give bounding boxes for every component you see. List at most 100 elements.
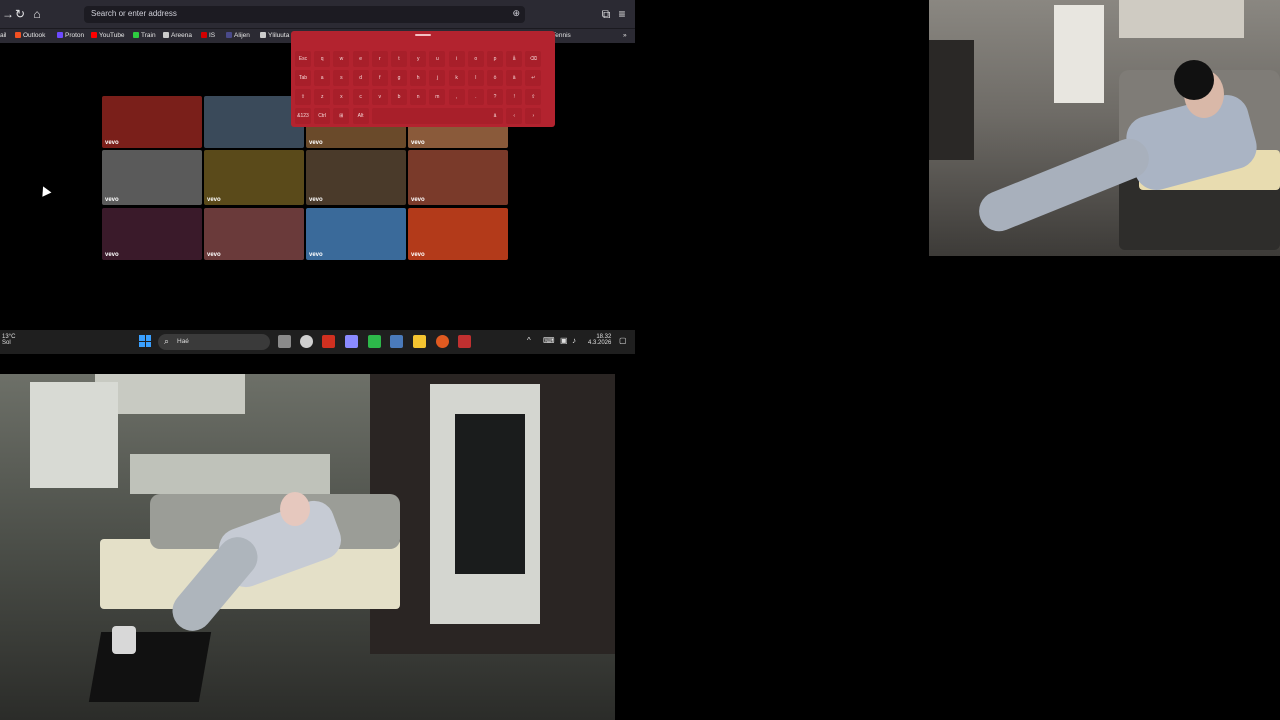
bookmark-item[interactable]: Yliluuta [260, 32, 289, 39]
bookmark-item[interactable]: Alijen [226, 32, 250, 39]
keyboard-key[interactable]: v [371, 89, 388, 105]
keyboard-key[interactable]: ⇧ [525, 89, 542, 105]
app-icon[interactable] [345, 335, 358, 348]
keyboard-key[interactable]: o [467, 51, 484, 67]
keyboard-key[interactable]: j [429, 70, 446, 86]
bookmarks-overflow-icon[interactable]: » [623, 32, 627, 39]
keyboard-key[interactable]: ä [506, 70, 523, 86]
firefox-icon[interactable] [436, 335, 449, 348]
chevron-up-icon[interactable]: ^ [527, 336, 531, 345]
address-bar[interactable]: Search or enter address ⊕ [84, 6, 525, 23]
keyboard-key[interactable]: r [371, 51, 388, 67]
keyboard-icon[interactable]: ⌨ [543, 336, 555, 345]
keyboard-key[interactable]: ‹ [506, 108, 523, 124]
vevo-badge: vevo [309, 140, 323, 146]
keyboard-key[interactable]: a [314, 70, 331, 86]
keyboard-key[interactable]: p [487, 51, 503, 67]
bookmark-item[interactable]: YouTube [91, 32, 125, 39]
keyboard-key[interactable]: e [352, 51, 369, 67]
extension-icon[interactable]: ⊕ [512, 8, 520, 19]
keyboard-key[interactable]: ↵ [525, 70, 542, 86]
keyboard-key[interactable]: . [467, 89, 484, 105]
bookmark-label: ail [0, 32, 7, 39]
app-icon[interactable] [368, 335, 381, 348]
video-thumbnail[interactable]: vevo [102, 150, 202, 205]
keyboard-key[interactable]: Esc [295, 51, 311, 67]
keyboard-key[interactable]: s [333, 70, 350, 86]
app-icon[interactable] [458, 335, 471, 348]
keyboard-key[interactable]: Ctrl [314, 108, 331, 124]
keyboard-key[interactable]: c [352, 89, 369, 105]
keyboard-key[interactable]: h [410, 70, 427, 86]
windows-start-icon[interactable] [139, 335, 151, 347]
taskbar-search[interactable]: ⌕ Haé [158, 334, 270, 350]
bookmark-item[interactable]: ail [0, 32, 7, 39]
calculator-icon[interactable] [390, 335, 403, 348]
keyboard-key[interactable]: Tab [295, 70, 311, 86]
keyboard-drag-handle[interactable] [415, 34, 431, 36]
bookmark-item[interactable]: Proton [57, 32, 84, 39]
home-icon[interactable]: ⌂ [29, 6, 45, 22]
keyboard-key[interactable]: ! [506, 89, 523, 105]
keyboard-key[interactable]: &123 [295, 108, 311, 124]
keyboard-key[interactable]: n [410, 89, 427, 105]
proton-icon [57, 32, 63, 38]
video-thumbnail[interactable]: vevo [102, 208, 202, 260]
keyboard-key[interactable]: x [333, 89, 350, 105]
keyboard-key[interactable]: f [371, 70, 388, 86]
keyboard-key[interactable]: m [429, 89, 446, 105]
youtube-icon [91, 32, 97, 38]
keyboard-key[interactable]: ö [487, 70, 503, 86]
keyboard-key[interactable]: y [410, 51, 427, 67]
reload-icon[interactable]: ↻ [12, 6, 28, 22]
menu-icon[interactable]: ≡ [614, 6, 630, 22]
video-thumbnail[interactable]: vevo [102, 96, 202, 148]
keyboard-key[interactable]: å [506, 51, 523, 67]
keyboard-key[interactable]: ⊞ [333, 108, 350, 124]
keyboard-key[interactable]: , [448, 89, 465, 105]
keyboard-key[interactable]: Alt [352, 108, 369, 124]
video-thumbnail[interactable]: vevo [306, 208, 406, 260]
bookmark-item[interactable]: Areena [163, 32, 192, 39]
keyboard-key[interactable]: w [333, 51, 350, 67]
app-icon[interactable] [322, 335, 335, 348]
video-thumbnail[interactable]: vevo [306, 150, 406, 205]
task-view-icon[interactable] [278, 335, 291, 348]
video-thumbnail[interactable] [204, 96, 304, 148]
keyboard-key[interactable]: ä [487, 108, 503, 124]
bookmark-item[interactable]: Train [133, 32, 156, 39]
keyboard-key[interactable]: u [429, 51, 446, 67]
video-thumbnail[interactable]: vevo [408, 208, 508, 260]
alijen-icon [226, 32, 232, 38]
file-explorer-icon[interactable] [413, 335, 426, 348]
bookmark-item[interactable]: IS [201, 32, 215, 39]
keyboard-key[interactable]: › [525, 108, 542, 124]
keyboard-key[interactable]: g [391, 70, 407, 86]
browser-window: → ↻ ⌂ Search or enter address ⊕ ⧉ ≡ ail … [0, 0, 635, 330]
keyboard-key[interactable]: b [391, 89, 407, 105]
keyboard-key[interactable]: l [467, 70, 484, 86]
keyboard-key[interactable]: k [448, 70, 465, 86]
keyboard-key[interactable] [371, 108, 502, 124]
bookmark-item[interactable]: Outlook [15, 32, 45, 39]
clock[interactable]: 18.32 4.3.2026 [588, 334, 611, 346]
widget-icon[interactable] [300, 335, 313, 348]
video-thumbnail[interactable]: vevo [204, 150, 304, 205]
vevo-badge: vevo [411, 197, 425, 203]
keyboard-key[interactable]: z [314, 89, 331, 105]
keyboard-key[interactable]: t [391, 51, 407, 67]
notification-icon[interactable]: ▢ [619, 336, 627, 345]
weather-widget[interactable]: 13°C Sol [2, 334, 15, 346]
keyboard-key[interactable]: i [448, 51, 465, 67]
keyboard-key[interactable]: ⇧ [295, 89, 311, 105]
keyboard-key[interactable]: q [314, 51, 331, 67]
search-icon: ⌕ [164, 336, 170, 346]
video-thumbnail[interactable]: vevo [204, 208, 304, 260]
video-thumbnail[interactable]: vevo [408, 150, 508, 205]
network-icon[interactable]: ▣ [560, 336, 568, 345]
keyboard-key[interactable]: d [352, 70, 369, 86]
volume-icon[interactable]: ♪ [572, 336, 576, 345]
keyboard-key[interactable]: ⌫ [525, 51, 542, 67]
tabs-icon[interactable]: ⧉ [598, 6, 614, 22]
keyboard-key[interactable]: ? [487, 89, 503, 105]
